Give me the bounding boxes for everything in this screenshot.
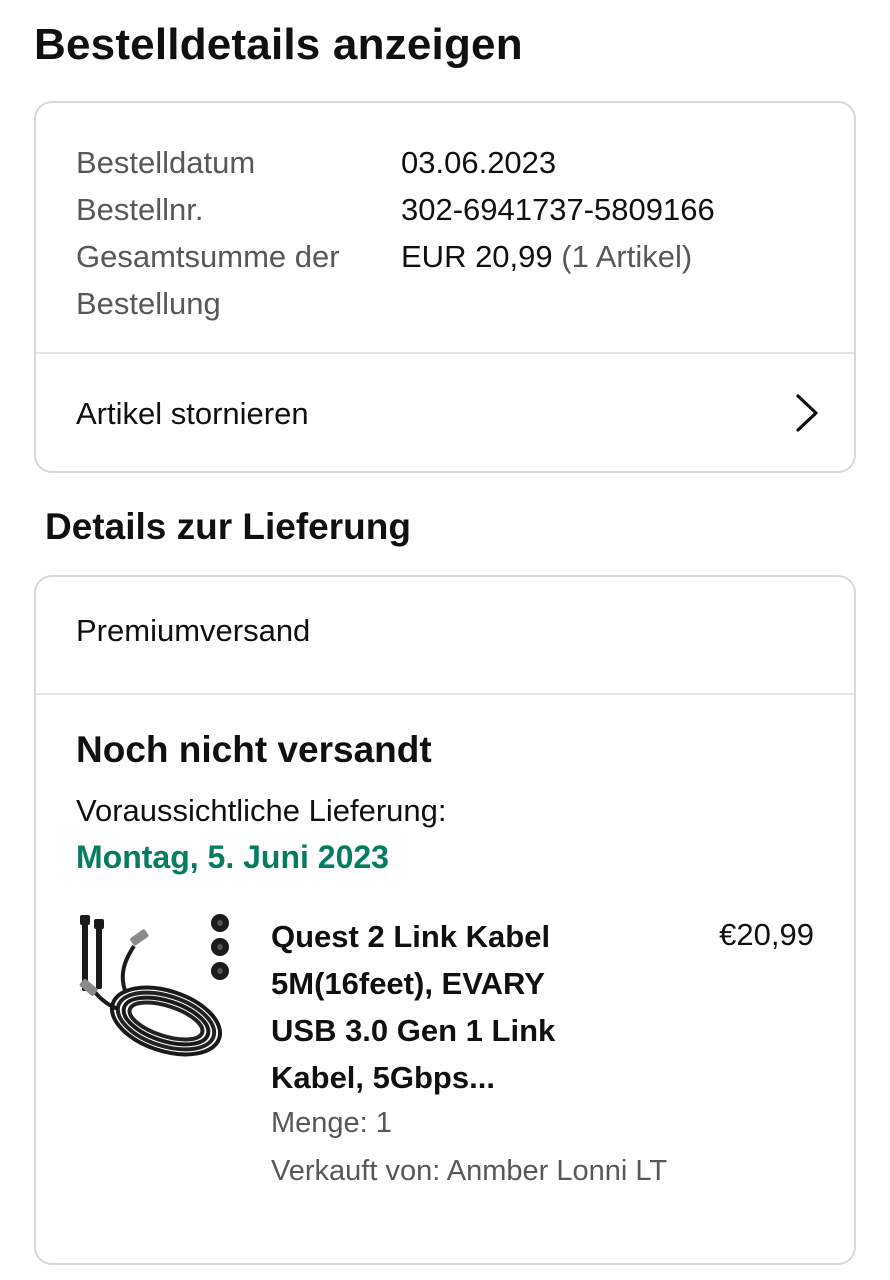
cancel-items-label: Artikel stornieren [76,395,309,431]
product-quantity: Menge: 1 [271,1107,392,1139]
order-date-row: Bestelldatum 03.06.2023 [76,139,816,186]
delivery-section-title: Details zur Lieferung [45,506,411,547]
product-seller: Verkauft von: Anmber Lonni LT [271,1155,668,1187]
order-number-value: 302-6941737-5809166 [401,192,715,227]
order-number-label: Bestellnr. [76,192,204,227]
order-total-value: EUR 20,99 [401,239,553,274]
product-image[interactable] [74,911,234,1075]
order-summary-card: Bestelldatum 03.06.2023 Bestellnr. 302-6… [34,101,856,473]
product-price: €20,99 [719,917,814,952]
order-date-value: 03.06.2023 [401,145,557,180]
order-total-label: Gesamtsumme der Bestellung [76,239,340,321]
order-date-label: Bestelldatum [76,145,256,180]
page-title: Bestelldetails anzeigen [34,20,523,69]
delivery-card: Premiumversand Noch nicht versandt Vorau… [34,575,856,1265]
order-item-count: (1 Artikel) [561,239,693,274]
order-total-value-wrap: EUR 20,99 (1 Artikel) [401,233,692,327]
eta-label: Voraussichtliche Lieferung: [76,793,447,828]
card-divider [36,693,854,695]
product-title[interactable]: Quest 2 Link Kabel 5M(16feet), EVARY USB… [271,913,601,1101]
shipment-status: Noch nicht versandt [76,729,432,770]
order-info-grid: Bestelldatum 03.06.2023 Bestellnr. 302-6… [76,139,816,327]
order-total-row: Gesamtsumme der Bestellung EUR 20,99 (1 … [76,233,816,327]
cancel-items-row[interactable]: Artikel stornieren [36,354,854,473]
chevron-right-icon [796,394,818,432]
order-number-row: Bestellnr. 302-6941737-5809166 [76,186,816,233]
shipping-method: Premiumversand [76,613,311,648]
eta-date: Montag, 5. Juni 2023 [76,839,389,875]
